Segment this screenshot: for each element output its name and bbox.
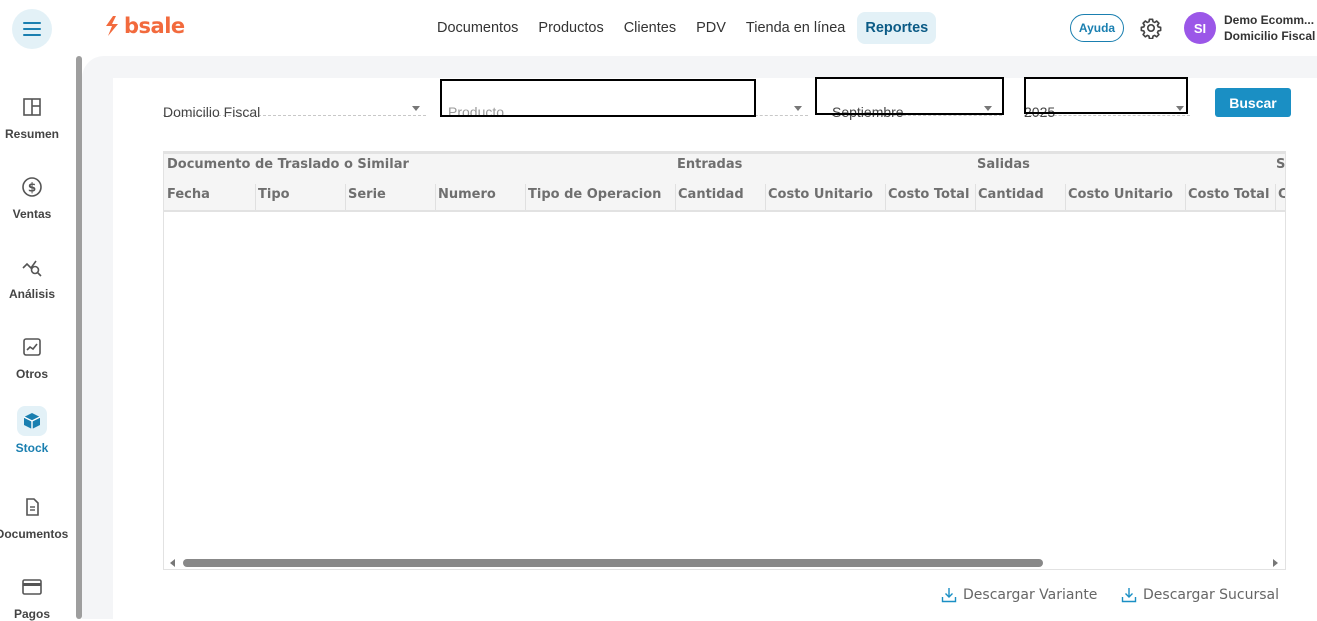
hamburger-icon bbox=[23, 22, 41, 36]
group-header-entradas: Entradas bbox=[677, 157, 743, 172]
scrollbar-thumb[interactable] bbox=[183, 559, 1043, 567]
table-group-header: Documento de Traslado o Similar Entradas… bbox=[164, 154, 1285, 184]
search-button[interactable]: Buscar bbox=[1215, 88, 1291, 117]
user-branch: Domicilio Fiscal bbox=[1224, 29, 1316, 43]
table-column-header: Fecha Tipo Serie Numero Tipo de Operacio… bbox=[164, 184, 1285, 212]
column-header[interactable]: Cantidad bbox=[975, 184, 1065, 210]
column-header[interactable]: Cantidad bbox=[675, 184, 765, 210]
highlight-box bbox=[1024, 77, 1188, 114]
nav-tienda-en-linea[interactable]: Tienda en línea bbox=[738, 12, 853, 44]
download-variant-label: Descargar Variante bbox=[963, 587, 1098, 603]
svg-text:$: $ bbox=[28, 181, 36, 195]
document-icon bbox=[17, 492, 47, 522]
logo[interactable]: bsale bbox=[104, 14, 185, 38]
column-header[interactable]: Tipo de Operacion bbox=[525, 184, 675, 210]
nav-clientes[interactable]: Clientes bbox=[616, 12, 684, 44]
avatar[interactable]: SI bbox=[1184, 12, 1216, 44]
branch-select-value: Domicilio Fiscal bbox=[163, 104, 261, 120]
sidebar-item-otros[interactable]: Otros bbox=[0, 332, 64, 381]
sidebar: Resumen $ Ventas Análisis Otros Stock Do… bbox=[0, 56, 76, 621]
sidebar-item-ventas[interactable]: $ Ventas bbox=[0, 172, 64, 221]
chevron-down-icon bbox=[412, 106, 420, 111]
nav-pdv[interactable]: PDV bbox=[688, 12, 734, 44]
nav-documentos[interactable]: Documentos bbox=[429, 12, 526, 44]
sidebar-label: Otros bbox=[15, 367, 48, 381]
column-header[interactable]: C bbox=[1275, 184, 1285, 210]
sidebar-item-stock[interactable]: Stock bbox=[0, 406, 64, 455]
analytics-icon bbox=[17, 252, 47, 282]
highlight-box bbox=[440, 79, 756, 117]
column-header[interactable]: Serie bbox=[345, 184, 435, 210]
column-header[interactable]: Costo Unitario bbox=[1065, 184, 1185, 210]
card-icon bbox=[17, 572, 47, 602]
nav-reportes[interactable]: Reportes bbox=[857, 12, 937, 44]
group-header-saldo: S bbox=[1276, 157, 1285, 172]
horizontal-scrollbar[interactable] bbox=[164, 554, 1285, 569]
top-bar: bsale Documentos Productos Clientes PDV … bbox=[0, 0, 1317, 56]
highlight-box bbox=[815, 77, 1004, 115]
download-variant-link[interactable]: Descargar Variante bbox=[941, 587, 1097, 603]
column-header[interactable]: Fecha bbox=[165, 184, 255, 210]
logo-text: bsale bbox=[124, 14, 185, 38]
sidebar-item-resumen[interactable]: Resumen bbox=[0, 92, 64, 141]
column-header[interactable]: Numero bbox=[435, 184, 525, 210]
download-branch-label: Descargar Sucursal bbox=[1143, 587, 1279, 603]
hamburger-menu-button[interactable] bbox=[12, 9, 52, 49]
column-header[interactable]: Tipo bbox=[255, 184, 345, 210]
download-icon bbox=[1121, 588, 1137, 603]
dollar-icon: $ bbox=[17, 172, 47, 202]
sidebar-label: Stock bbox=[15, 441, 49, 455]
trend-icon bbox=[17, 332, 47, 362]
scroll-left-icon[interactable] bbox=[170, 559, 175, 567]
user-name: Demo Ecomm... bbox=[1224, 13, 1315, 27]
column-header[interactable]: Costo Total bbox=[1185, 184, 1275, 210]
gear-icon[interactable] bbox=[1140, 17, 1162, 39]
help-button[interactable]: Ayuda bbox=[1070, 14, 1124, 42]
sidebar-item-documentos[interactable]: Documentos bbox=[0, 492, 68, 541]
box-icon bbox=[17, 406, 47, 436]
dashboard-icon bbox=[17, 92, 47, 122]
chevron-down-icon bbox=[794, 106, 802, 111]
user-info[interactable]: Demo Ecomm... Domicilio Fiscal bbox=[1224, 12, 1317, 44]
report-table: Documento de Traslado o Similar Entradas… bbox=[163, 151, 1286, 570]
sidebar-label: Resumen bbox=[4, 127, 60, 141]
sidebar-label: Ventas bbox=[12, 207, 52, 221]
column-header[interactable]: Costo Total bbox=[885, 184, 975, 210]
download-branch-link[interactable]: Descargar Sucursal bbox=[1121, 587, 1279, 603]
sidebar-label: Análisis bbox=[8, 287, 56, 301]
main-nav: Documentos Productos Clientes PDV Tienda… bbox=[429, 12, 940, 44]
download-icon bbox=[941, 588, 957, 603]
scroll-right-icon[interactable] bbox=[1273, 559, 1278, 567]
column-header[interactable]: Costo Unitario bbox=[765, 184, 885, 210]
group-header-salidas: Salidas bbox=[977, 157, 1030, 172]
sidebar-item-pagos[interactable]: Pagos bbox=[0, 572, 64, 621]
nav-productos[interactable]: Productos bbox=[530, 12, 611, 44]
bsale-logo-icon bbox=[106, 16, 118, 36]
group-header-documento: Documento de Traslado o Similar bbox=[167, 157, 409, 172]
branch-select[interactable]: Domicilio Fiscal bbox=[163, 88, 426, 120]
sidebar-item-analisis[interactable]: Análisis bbox=[0, 252, 64, 301]
sidebar-label: Documentos bbox=[0, 527, 69, 541]
